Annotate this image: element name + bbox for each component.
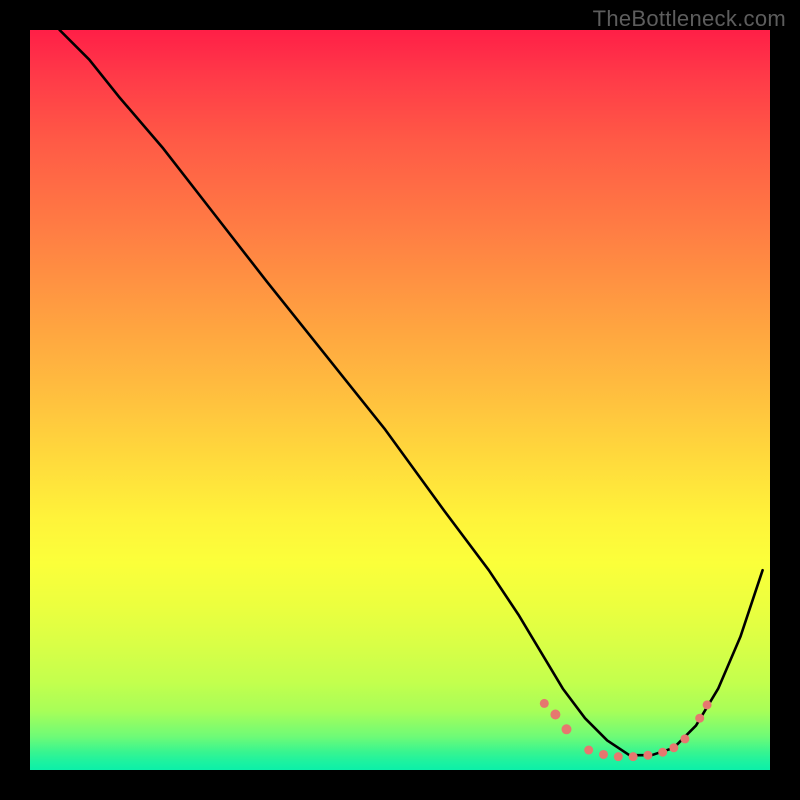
- marker-dot: [658, 748, 667, 757]
- marker-dot: [669, 743, 678, 752]
- marker-dot: [584, 746, 593, 755]
- marker-dot: [599, 750, 608, 759]
- marker-dot: [680, 734, 689, 743]
- chart-frame: TheBottleneck.com: [0, 0, 800, 800]
- marker-dot: [550, 710, 560, 720]
- bottleneck-curve: [60, 30, 763, 755]
- marker-dot: [629, 752, 638, 761]
- marker-dot: [614, 752, 623, 761]
- marker-dot: [695, 714, 704, 723]
- plot-area: [30, 30, 770, 770]
- chart-svg: [30, 30, 770, 770]
- marker-dot: [562, 724, 572, 734]
- marker-dot: [643, 751, 652, 760]
- marker-dot: [540, 699, 549, 708]
- watermark-text: TheBottleneck.com: [593, 6, 786, 32]
- marker-dot: [703, 700, 712, 709]
- curve-group: [60, 30, 763, 755]
